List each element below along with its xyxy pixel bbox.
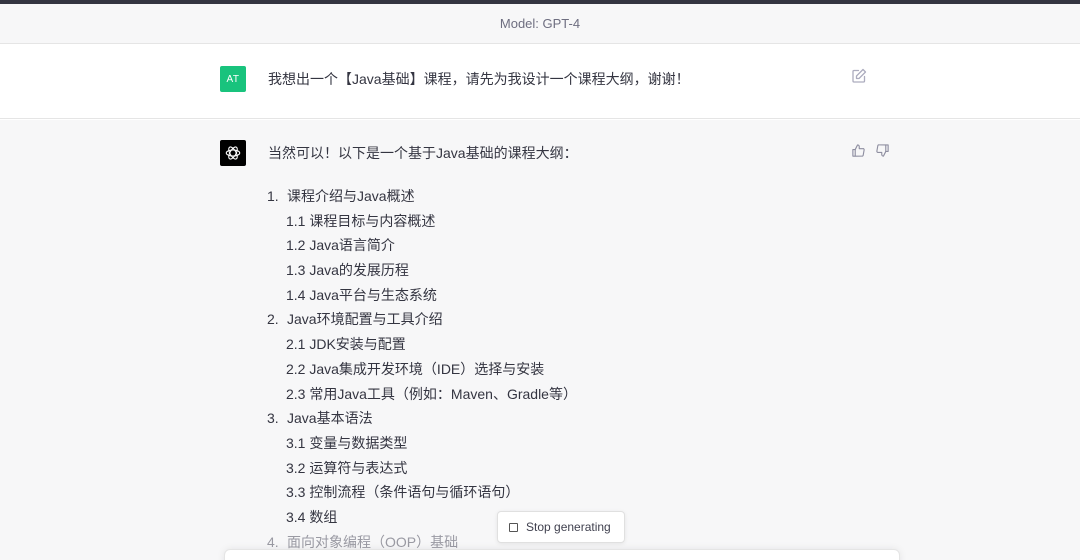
- edit-icon[interactable]: [851, 68, 867, 84]
- outline-subitem: 2.1 JDK安装与配置: [286, 336, 406, 353]
- outline-subitem: 1.2 Java语言简介: [286, 237, 395, 254]
- user-avatar: AT: [220, 66, 246, 92]
- user-message-text: 我想出一个【Java基础】课程，请先为我设计一个课程大纲，谢谢！: [268, 71, 690, 87]
- user-avatar-initials: AT: [226, 73, 240, 85]
- stop-generating-label: Stop generating: [526, 520, 611, 534]
- outline-subitem: 1.1 课程目标与内容概述: [286, 212, 436, 229]
- outline-subitem: 2.2 Java集成开发环境（IDE）选择与安装: [286, 360, 545, 377]
- outline-subitem: 1.4 Java平台与生态系统: [286, 286, 437, 303]
- outline-section: 2. Java环境配置与工具介绍: [267, 311, 443, 328]
- outline-subitem: 1.3 Java的发展历程: [286, 262, 409, 279]
- assistant-message-row: 当然可以！以下是一个基于Java基础的课程大纲： 1. 课程介绍与Java概述 1…: [0, 120, 1080, 560]
- model-header: Model: GPT-4: [0, 4, 1080, 44]
- message-input-box[interactable]: [224, 549, 900, 560]
- course-outline-list: 1. 课程介绍与Java概述 1.1 课程目标与内容概述 1.2 Java语言简介…: [267, 184, 827, 554]
- outline-subitem: 3.1 变量与数据类型: [286, 434, 408, 451]
- outline-subitem: 2.3 常用Java工具（例如：Maven、Gradle等）: [286, 385, 577, 402]
- outline-subitem: 3.3 控制流程（条件语句与循环语句）: [286, 484, 520, 501]
- thumbs-down-icon[interactable]: [875, 143, 890, 158]
- outline-section: 3. Java基本语法: [267, 410, 373, 427]
- assistant-intro-text: 当然可以！以下是一个基于Java基础的课程大纲：: [268, 145, 578, 161]
- feedback-buttons: [851, 143, 890, 158]
- outline-subitem: 3.2 运算符与表达式: [286, 459, 408, 476]
- openai-logo-icon: [220, 140, 246, 166]
- outline-section: 1. 课程介绍与Java概述: [267, 188, 415, 204]
- thumbs-up-icon[interactable]: [851, 143, 866, 158]
- user-message-row: AT 我想出一个【Java基础】课程，请先为我设计一个课程大纲，谢谢！: [0, 45, 1080, 119]
- stop-generating-button[interactable]: Stop generating: [497, 511, 625, 543]
- stop-square-icon: [509, 522, 518, 532]
- model-label: Model: GPT-4: [499, 16, 581, 31]
